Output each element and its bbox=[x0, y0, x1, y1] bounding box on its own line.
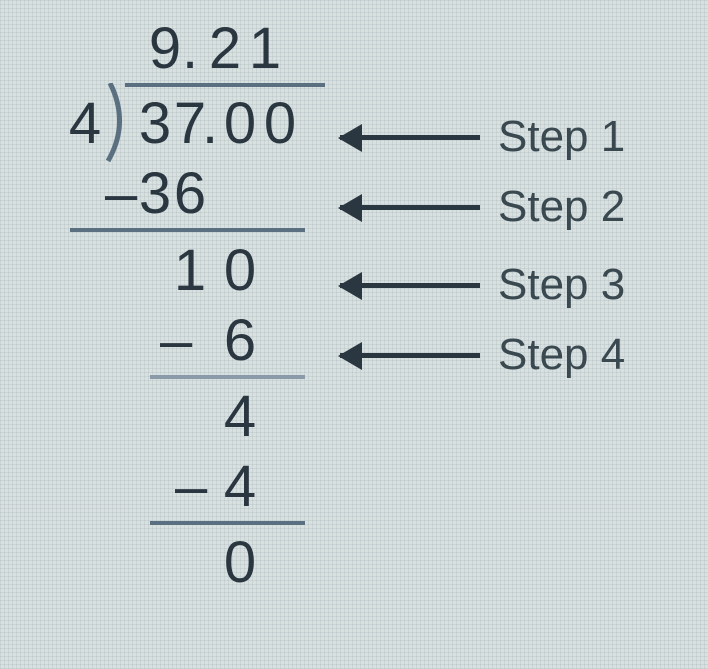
dividend-digit: 0 bbox=[260, 90, 300, 157]
subtraction-line bbox=[150, 375, 305, 379]
subtraction-digit: 4 bbox=[220, 453, 260, 520]
quotient-digit: 2 bbox=[205, 15, 245, 82]
step-3-annotation: Step 3 bbox=[340, 260, 625, 310]
quotient-decimal: . bbox=[180, 15, 200, 82]
quotient-digit: 1 bbox=[245, 15, 285, 82]
step-label: Step 3 bbox=[498, 260, 625, 310]
result-digit: 0 bbox=[220, 237, 260, 304]
arrow-left-icon bbox=[340, 205, 480, 210]
arrow-left-icon bbox=[340, 353, 480, 358]
subtraction-digit: 6 bbox=[220, 307, 260, 374]
arrow-left-icon bbox=[340, 135, 480, 140]
division-bar bbox=[125, 83, 325, 87]
minus-sign: – bbox=[160, 307, 192, 374]
step-label: Step 4 bbox=[498, 330, 625, 380]
dividend-decimal: . bbox=[200, 90, 220, 157]
dividend-digit: 3 bbox=[135, 90, 175, 157]
divisor: 4 bbox=[65, 90, 105, 157]
step-2-annotation: Step 2 bbox=[340, 182, 625, 232]
subtraction-line bbox=[70, 228, 305, 232]
subtraction-digit: 6 bbox=[170, 160, 210, 227]
minus-sign: – bbox=[105, 160, 137, 227]
subtraction-line bbox=[150, 521, 305, 525]
step-4-annotation: Step 4 bbox=[340, 330, 625, 380]
step-label: Step 1 bbox=[498, 112, 625, 162]
dividend-digit: 0 bbox=[220, 90, 260, 157]
subtraction-digit: 3 bbox=[135, 160, 175, 227]
quotient-digit: 9 bbox=[145, 15, 185, 82]
minus-sign: – bbox=[175, 453, 207, 520]
arrow-left-icon bbox=[340, 283, 480, 288]
step-label: Step 2 bbox=[498, 182, 625, 232]
step-1-annotation: Step 1 bbox=[340, 112, 625, 162]
result-digit: 4 bbox=[220, 383, 260, 450]
result-digit: 1 bbox=[170, 237, 210, 304]
final-remainder: 0 bbox=[220, 529, 260, 596]
